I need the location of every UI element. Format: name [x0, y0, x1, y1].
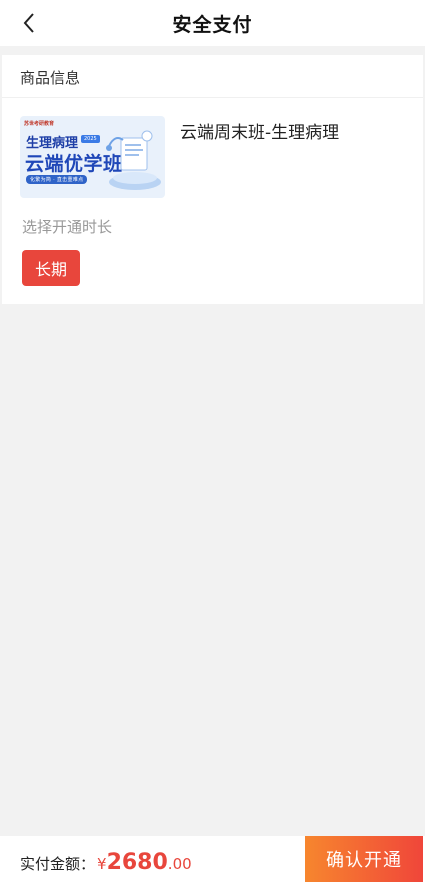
- product-card: 商品信息 苏世考研教育 生理病理 2025 云端优学班 化繁为简 · 直击重难点…: [2, 55, 423, 304]
- product-thumbnail: 苏世考研教育 生理病理 2025 云端优学班 化繁为简 · 直击重难点: [20, 116, 165, 198]
- top-nav-bar: 安全支付: [0, 0, 425, 46]
- amount-integer: 2680: [106, 850, 168, 875]
- thumbnail-tag: 化繁为简 · 直击重难点: [26, 175, 88, 184]
- checkout-bar: 实付金额： ¥ 2680 .00 确认开通: [0, 836, 425, 882]
- illustration-icon: [106, 130, 161, 190]
- product-name: 云端周末班-生理病理: [180, 123, 340, 143]
- currency-symbol: ¥: [97, 855, 107, 873]
- product-info-label: 商品信息: [20, 69, 81, 87]
- amount-decimal: .00: [167, 855, 192, 873]
- page-title: 安全支付: [172, 14, 253, 36]
- confirm-button[interactable]: 确认开通: [305, 836, 423, 882]
- payment-page: 安全支付 商品信息 苏世考研教育 生理病理 2025 云端优学班 化繁为简 · …: [0, 0, 425, 882]
- thumbnail-brand: 苏世考研教育: [24, 121, 55, 127]
- duration-label: 选择开通时长: [22, 218, 113, 236]
- amount-label: 实付金额：: [20, 855, 96, 873]
- duration-option-long-term[interactable]: 长期: [22, 250, 80, 286]
- total-amount: 实付金额： ¥ 2680 .00: [20, 850, 192, 875]
- divider: [2, 97, 423, 98]
